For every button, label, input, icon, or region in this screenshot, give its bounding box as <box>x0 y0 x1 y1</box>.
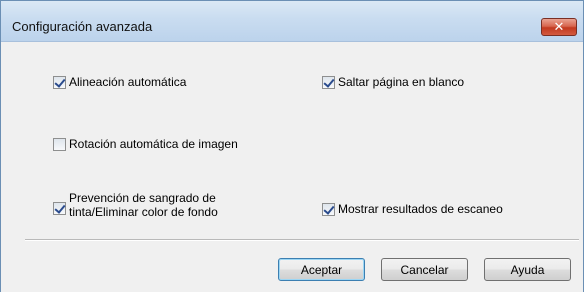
bleed-prevention-option[interactable]: Prevención de sangrado de tinta/Eliminar… <box>53 191 218 219</box>
dialog-window: Configuración avanzada ✕ Alineación auto… <box>0 0 584 292</box>
close-button[interactable]: ✕ <box>541 18 577 36</box>
divider <box>25 239 579 241</box>
cancel-button[interactable]: Cancelar <box>381 258 468 281</box>
bleed-prevention-label: Prevención de sangrado de tinta/Eliminar… <box>69 191 218 219</box>
show-results-checkbox[interactable] <box>322 203 335 216</box>
show-results-option[interactable]: Mostrar resultados de escaneo <box>322 202 503 217</box>
bleed-prevention-label-line1: Prevención de sangrado de <box>69 191 216 205</box>
auto-align-label: Alineación automática <box>69 75 187 89</box>
ok-button[interactable]: Aceptar <box>278 258 365 281</box>
skip-blank-option[interactable]: Saltar página en blanco <box>322 75 465 90</box>
help-button[interactable]: Ayuda <box>484 258 571 281</box>
show-results-label: Mostrar resultados de escaneo <box>338 202 503 216</box>
dialog-title: Configuración avanzada <box>12 19 153 34</box>
skip-blank-label: Saltar página en blanco <box>338 75 465 89</box>
bleed-prevention-label-line2: tinta/Eliminar color de fondo <box>69 205 218 219</box>
skip-blank-checkbox[interactable] <box>322 76 335 89</box>
auto-rotate-checkbox[interactable] <box>53 138 66 151</box>
auto-rotate-label: Rotación automática de imagen <box>69 137 238 151</box>
title-bar[interactable]: Configuración avanzada ✕ <box>1 1 583 42</box>
bleed-prevention-checkbox[interactable] <box>53 202 66 215</box>
auto-rotate-option[interactable]: Rotación automática de imagen <box>53 137 238 152</box>
dialog-body: Alineación automática Saltar página en b… <box>1 42 583 292</box>
auto-align-checkbox[interactable] <box>53 76 66 89</box>
auto-align-option[interactable]: Alineación automática <box>53 75 187 90</box>
